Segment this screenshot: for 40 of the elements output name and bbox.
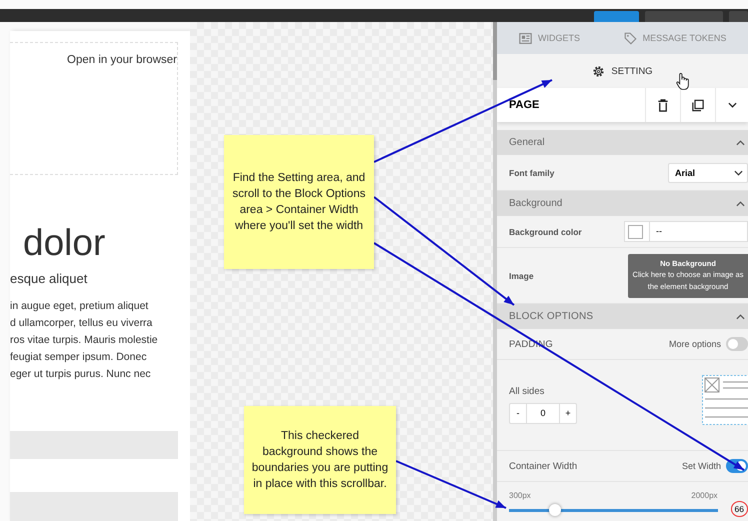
toggle-label: More options xyxy=(668,339,721,349)
field-label: Image xyxy=(509,270,535,280)
settings-icon xyxy=(592,64,606,78)
section-header[interactable]: BLOCK OPTIONS xyxy=(497,304,748,329)
element-title: PAGE xyxy=(508,99,540,111)
slider-thumb[interactable] xyxy=(548,504,561,516)
field-label: All sides xyxy=(509,386,546,397)
field-label: Background color xyxy=(509,226,583,236)
section-header[interactable]: Background xyxy=(497,191,748,216)
subheading-text: esque aliquet xyxy=(10,271,88,286)
color-swatch[interactable] xyxy=(628,224,643,238)
toolbar-tab[interactable] xyxy=(728,11,748,22)
chevron-up-icon xyxy=(736,200,745,206)
decrement-button[interactable]: - xyxy=(510,404,526,423)
callout-note: Find the Setting area, and scroll to the Block Options area > Container Width where you'll set the width xyxy=(224,135,374,269)
open-in-browser-link[interactable]: Open in your browser xyxy=(67,54,177,66)
heading-text: dolor xyxy=(23,221,106,266)
section-header[interactable]: General xyxy=(497,130,748,155)
min-value-label: 300px xyxy=(509,491,531,500)
widgets-icon xyxy=(519,32,532,44)
increment-button[interactable]: + xyxy=(560,404,576,423)
chevron-up-icon xyxy=(736,140,745,146)
scrollbar[interactable] xyxy=(493,22,497,521)
trash-icon xyxy=(657,98,669,112)
tag-icon xyxy=(624,32,637,44)
copy-icon xyxy=(692,98,704,112)
number-field[interactable]: 0 xyxy=(526,404,560,423)
width-value-field[interactable]: 66 xyxy=(730,501,748,517)
max-value-label: 2000px xyxy=(691,491,718,500)
chevron-up-icon xyxy=(736,314,745,320)
body-paragraph: in augue eget, pretium aliquet d ullamcorper, tellus eu viverra ros vitae turpis. Mauris molestie feugiat semper ipsum. Donec eger ut turpis purus. Nunc nec xyxy=(10,299,159,382)
chevron-down-icon xyxy=(728,102,737,108)
chevron-down-icon xyxy=(734,170,743,176)
field-label: Container Width xyxy=(509,460,578,472)
toggle-switch[interactable] xyxy=(726,337,748,351)
font-dropdown[interactable]: Arial xyxy=(668,162,748,182)
toggle-label: Set Width xyxy=(682,461,721,471)
color-field[interactable]: -- xyxy=(624,221,748,242)
callout-note: This checkered background shows the boundaries you are putting in place with this scrollbar. xyxy=(244,406,396,514)
field-label: Font family xyxy=(509,168,556,178)
